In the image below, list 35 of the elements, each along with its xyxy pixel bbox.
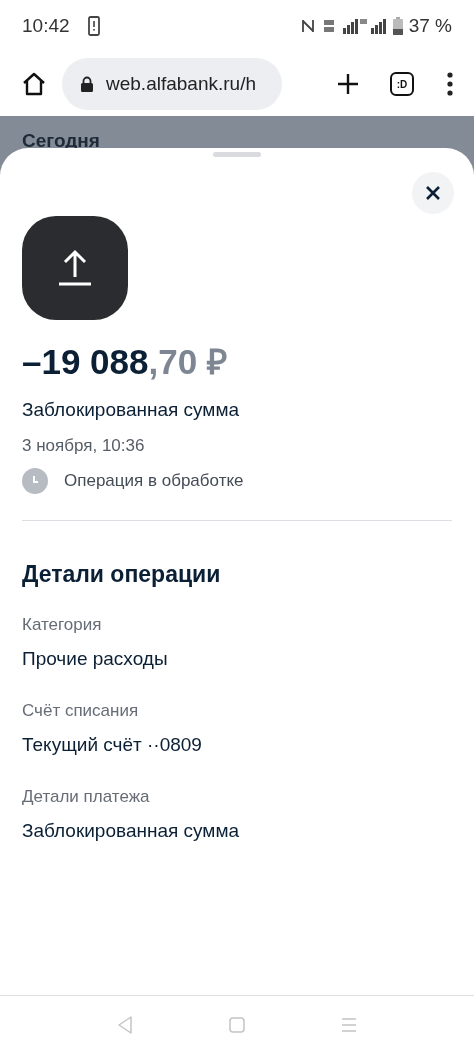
plus-icon [337,73,359,95]
detail-label: Детали платежа [22,785,151,808]
menu-icon [341,1016,357,1033]
square-icon [229,1016,245,1033]
menu-button[interactable] [444,70,456,98]
lock-icon [80,76,94,92]
details-heading: Детали операции [22,560,222,589]
detail-label: Счёт списания [22,699,140,722]
clock-icon [22,468,48,494]
url-text: web.alfabank.ru/h [106,71,256,96]
signal-icon [342,18,387,34]
home-icon [21,71,47,97]
detail-value: Заблокированная сумма [22,819,241,843]
phone-alert-icon [87,16,100,36]
status-time: 10:42 [22,13,70,38]
detail-label: Категория [22,613,103,636]
detail-value: Текущий счёт ··0809 [22,733,203,757]
tabs-button[interactable]: :D [390,72,414,96]
operation-title: Заблокированная сумма [22,398,241,422]
section-title: Сегодня [22,130,101,150]
operation-status: Операция в обработке [64,470,244,493]
close-icon [425,185,441,201]
nfc-icon [300,17,315,35]
battery-icon [392,17,403,35]
more-icon [447,72,453,96]
drag-handle[interactable] [213,152,261,157]
battery-percent: 37 % [408,13,452,38]
operation-datetime: 3 ноября, 10:36 [22,434,146,457]
amount-fraction: ,70 ₽ [148,341,227,383]
upload-arrow-icon [58,249,92,287]
close-button[interactable] [412,172,454,214]
amount-integer: –19 088 [22,341,149,383]
detail-value: Прочие расходы [22,647,169,671]
back-icon [117,1015,133,1034]
address-bar[interactable]: web.alfabank.ru/h [62,58,282,110]
